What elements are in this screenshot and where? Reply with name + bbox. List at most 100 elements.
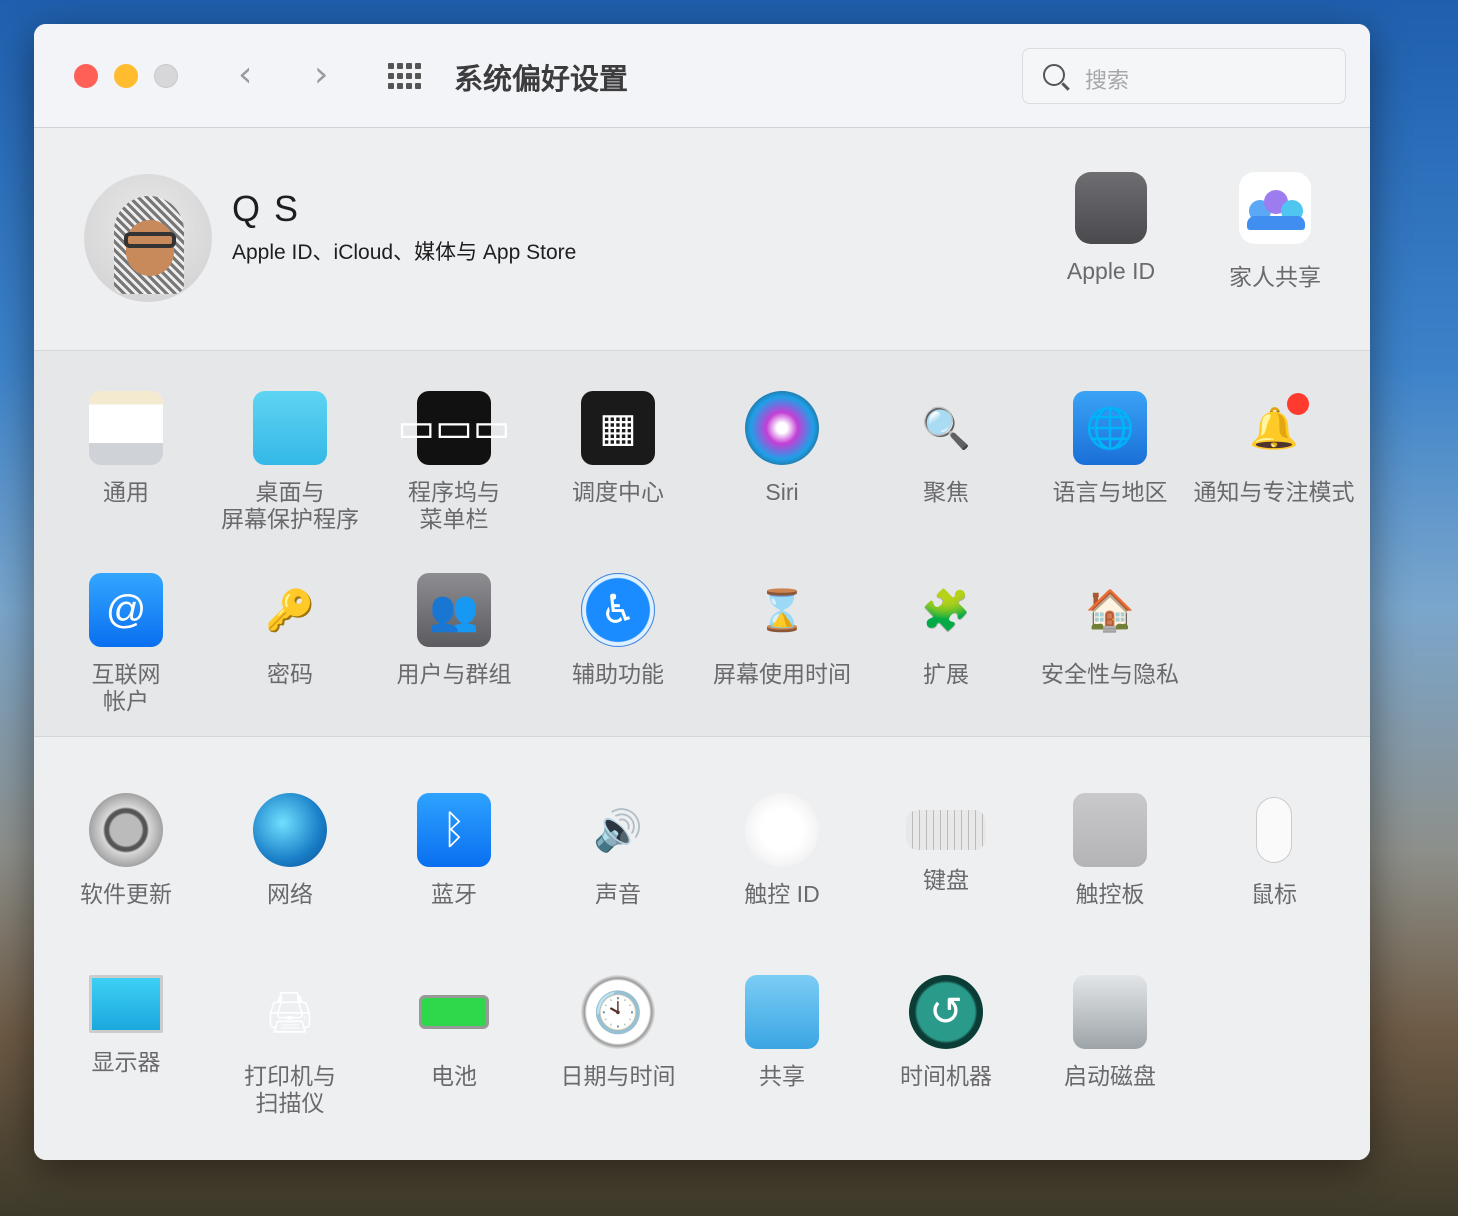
users-icon: 👥: [417, 573, 491, 647]
preferences-section-personal: 通用 桌面与 屏幕保护程序 ▭▭▭ 程序坞与 菜单栏 ▦ 调度中心 Siri 🔍 聚焦 🌐 语言与地…: [34, 351, 1370, 737]
pane-at[interactable]: @ 互联网 帐户: [44, 573, 208, 755]
general-icon: [89, 391, 163, 465]
family-icon: [1239, 172, 1311, 244]
key-icon: 🔑: [265, 588, 315, 633]
family-sharing-pane[interactable]: 家人共享: [1205, 172, 1345, 292]
forward-button[interactable]: ›: [314, 54, 328, 95]
pane-keyboard[interactable]: 键盘: [864, 793, 1028, 975]
keyboard-icon: [906, 810, 986, 850]
pane-dock[interactable]: ▭▭▭ 程序坞与 菜单栏: [372, 391, 536, 573]
pane-shared-folder[interactable]: 共享: [700, 975, 864, 1157]
pane-label: 桌面与 屏幕保护程序: [221, 479, 359, 532]
bluetooth-icon: ᛒ: [417, 793, 491, 867]
preferences-section-hardware: 软件更新 网络 ᛒ 蓝牙 🔊 声音 触控 ID 键盘触控板 鼠标显示器 🖨 打印机与 扫描仪 电池 🕙 日…: [34, 737, 1370, 1160]
pane-label: 聚焦: [923, 479, 969, 505]
pane-label: 网络: [267, 881, 313, 907]
pane-general[interactable]: 通用: [44, 391, 208, 573]
pane-label: 触控板: [1075, 881, 1145, 907]
pane-accessibility[interactable]: ♿ 辅助功能: [536, 573, 700, 755]
pane-users[interactable]: 👥 用户与群组: [372, 573, 536, 755]
mouse-icon: [1237, 793, 1311, 867]
pane-label: 声音: [595, 881, 641, 907]
pane-label: Siri: [765, 479, 799, 505]
avatar[interactable]: [84, 174, 212, 302]
window-title: 系统偏好设置: [454, 64, 629, 96]
pane-hourglass[interactable]: ⌛ 屏幕使用时间: [700, 573, 864, 755]
desktop-icon: [253, 391, 327, 465]
pane-speaker[interactable]: 🔊 声音: [536, 793, 700, 975]
pane-time-machine[interactable]: ↺ 时间机器: [864, 975, 1028, 1157]
pane-key[interactable]: 🔑 密码: [208, 573, 372, 755]
hourglass-icon: ⌛: [757, 588, 807, 633]
pane-grid: 通用 桌面与 屏幕保护程序 ▭▭▭ 程序坞与 菜单栏 ▦ 调度中心 Siri 🔍 聚焦 🌐 语言与地…: [44, 391, 1370, 755]
gear-icon: [89, 793, 163, 867]
pane-hard-disk[interactable]: 启动磁盘: [1028, 975, 1192, 1157]
pane-clock-calendar[interactable]: 🕙 日期与时间: [536, 975, 700, 1157]
pane-fingerprint[interactable]: 触控 ID: [700, 793, 864, 975]
pane-desktop[interactable]: 桌面与 屏幕保护程序: [208, 391, 372, 573]
close-button[interactable]: [74, 64, 98, 88]
pane-house-lock[interactable]: 🏠 安全性与隐私: [1028, 573, 1192, 755]
shared-folder-icon: [745, 975, 819, 1049]
printer-icon: 🖨: [264, 990, 316, 1035]
pane-label: 共享: [759, 1063, 805, 1089]
pane-label: 启动磁盘: [1064, 1063, 1156, 1089]
apple-id-pane[interactable]: Apple ID: [1041, 172, 1181, 285]
accessibility-icon: ♿: [581, 573, 655, 647]
pane-battery[interactable]: 电池: [372, 975, 536, 1157]
search-input[interactable]: 搜索: [1022, 48, 1346, 104]
globe-flag-icon: 🌐: [1073, 391, 1147, 465]
pane-trackpad[interactable]: 触控板: [1028, 793, 1192, 975]
back-button[interactable]: ‹: [238, 54, 252, 95]
pane-label: 电池: [431, 1063, 477, 1089]
user-name: Q S: [232, 188, 301, 229]
hard-disk-icon: [1073, 975, 1147, 1049]
pane-label: 通用: [103, 479, 149, 505]
pane-globe-flag[interactable]: 🌐 语言与地区: [1028, 391, 1192, 573]
user-subtitle: Apple ID、iCloud、媒体与 App Store: [232, 241, 577, 264]
notification-bell-icon: 🔔: [1237, 391, 1311, 465]
time-machine-icon: ↺: [909, 975, 983, 1049]
minimize-button[interactable]: [114, 64, 138, 88]
titlebar: ‹ › 系统偏好设置 搜索: [34, 24, 1370, 128]
pane-label: 互联网 帐户: [91, 661, 161, 714]
pane-mission-control[interactable]: ▦ 调度中心: [536, 391, 700, 573]
trackpad-icon: [1073, 793, 1147, 867]
pane-notification-bell[interactable]: 🔔 通知与专注模式: [1192, 391, 1356, 573]
pane-label: 触控 ID: [744, 881, 820, 907]
pane-label: 软件更新: [80, 881, 172, 907]
pane-display[interactable]: 显示器: [44, 975, 208, 1157]
search-icon: [1043, 64, 1065, 86]
zoom-button[interactable]: [154, 64, 178, 88]
pane-puzzle[interactable]: 🧩 扩展: [864, 573, 1028, 755]
network-globe-icon: [253, 793, 327, 867]
pane-label: 通知与专注模式: [1193, 479, 1355, 505]
pane-label: 辅助功能: [572, 661, 664, 687]
pane-bluetooth[interactable]: ᛒ 蓝牙: [372, 793, 536, 975]
pane-label: 打印机与 扫描仪: [244, 1063, 336, 1116]
profile-section: Q S Apple ID、iCloud、媒体与 App Store Apple …: [34, 128, 1370, 351]
puzzle-icon: 🧩: [921, 588, 971, 633]
display-icon: [89, 975, 163, 1033]
pane-label: 用户与群组: [396, 661, 512, 687]
pane-network-globe[interactable]: 网络: [208, 793, 372, 975]
pane-label: 屏幕使用时间: [713, 661, 851, 687]
pane-label: 语言与地区: [1052, 479, 1168, 505]
fingerprint-icon: [745, 793, 819, 867]
house-lock-icon: 🏠: [1085, 588, 1135, 633]
apple-icon: [1075, 172, 1147, 244]
mission-control-icon: ▦: [581, 391, 655, 465]
pane-printer[interactable]: 🖨 打印机与 扫描仪: [208, 975, 372, 1157]
notification-badge: [1287, 393, 1309, 415]
pane-gear[interactable]: 软件更新: [44, 793, 208, 975]
at-icon: @: [89, 573, 163, 647]
show-all-grid-icon[interactable]: [388, 63, 422, 89]
pane-label: 键盘: [923, 867, 969, 893]
pane-label: 时间机器: [900, 1063, 992, 1089]
dock-icon: ▭▭▭: [397, 391, 511, 465]
pane-mouse[interactable]: 鼠标: [1192, 793, 1356, 975]
battery-icon: [417, 975, 491, 1049]
pane-siri[interactable]: Siri: [700, 391, 864, 573]
pane-spotlight[interactable]: 🔍 聚焦: [864, 391, 1028, 573]
pane-label: 调度中心: [572, 479, 664, 505]
